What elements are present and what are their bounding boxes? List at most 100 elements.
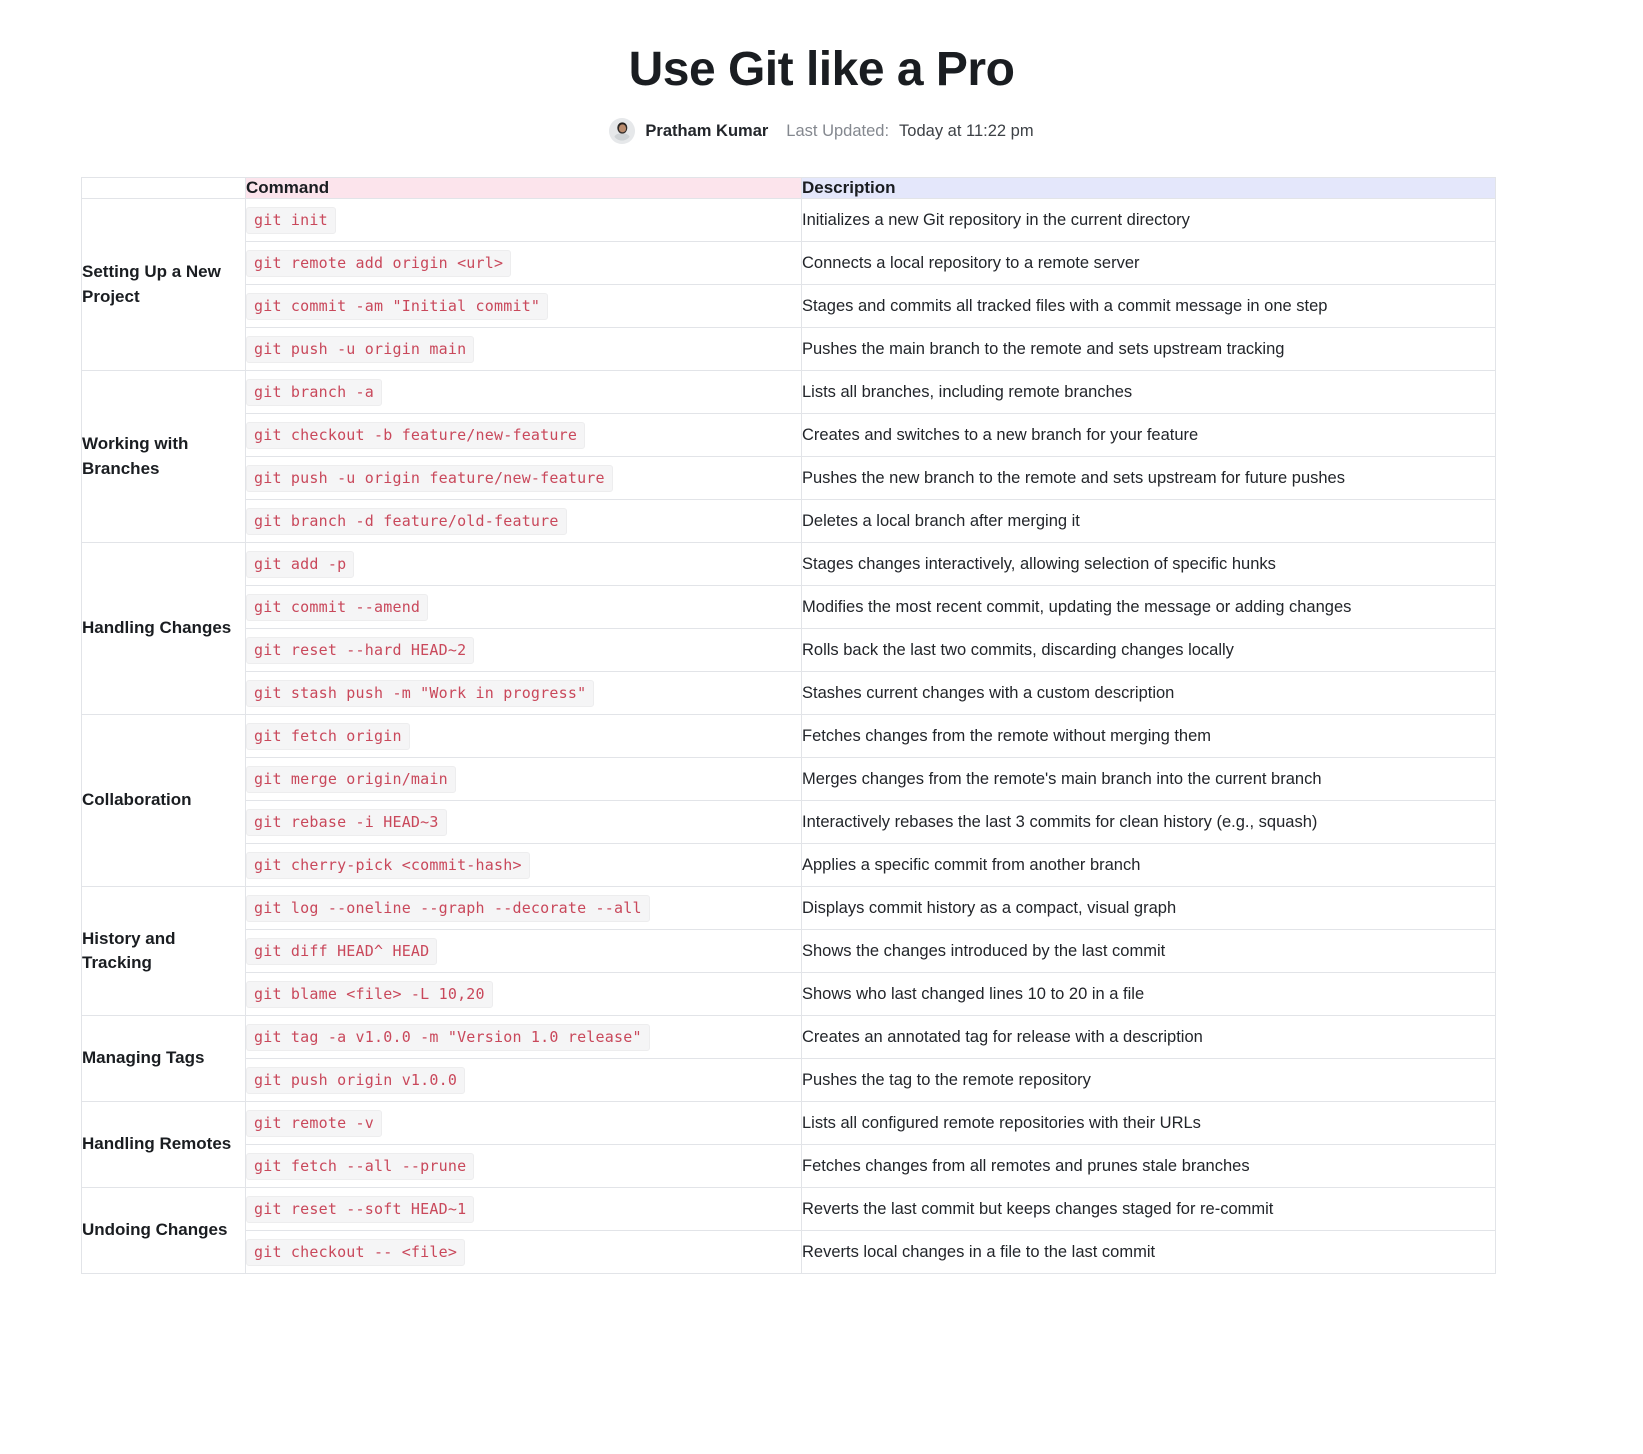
command-code[interactable]: git tag -a v1.0.0 -m "Version 1.0 releas… — [246, 1023, 650, 1051]
command-code[interactable]: git checkout -- <file> — [246, 1238, 466, 1266]
command-cell: git log --oneline --graph --decorate --a… — [245, 886, 802, 930]
description-cell: Pushes the tag to the remote repository — [801, 1058, 1496, 1102]
table-row: Working with Branches git branch -a Lists … — [81, 370, 1496, 543]
command-code[interactable]: git remote add origin <url> — [246, 249, 512, 277]
command-code[interactable]: git push origin v1.0.0 — [246, 1066, 466, 1094]
group-label-cell: Handling Remotes — [81, 1101, 246, 1188]
command-cell: git fetch --all --prune — [245, 1144, 802, 1188]
table-row: git branch -d feature/old-feature Deletes… — [82, 499, 1496, 543]
table-head: Command Description — [81, 177, 1496, 199]
command-code[interactable]: git reset --soft HEAD~1 — [246, 1195, 475, 1223]
table-row: git checkout -- <file> Reverts local chan… — [82, 1230, 1496, 1274]
command-code[interactable]: git checkout -b feature/new-feature — [246, 421, 586, 449]
command-cell: git branch -a — [245, 370, 802, 414]
author-name: Pratham Kumar — [645, 121, 769, 140]
command-cell: git blame <file> -L 10,20 — [245, 972, 802, 1016]
table-row: git fetch --all --prune Fetches changes f… — [82, 1144, 1496, 1188]
command-cell: git checkout -- <file> — [245, 1230, 802, 1274]
command-code[interactable]: git commit --amend — [246, 593, 429, 621]
command-code[interactable]: git push -u origin main — [246, 335, 475, 363]
command-cell: git reset --hard HEAD~2 — [245, 628, 802, 672]
page-title: Use Git like a Pro — [628, 43, 1015, 96]
table-row: Collaboration git fetch origin Fetches cha… — [81, 714, 1496, 887]
command-code[interactable]: git add -p — [246, 550, 355, 578]
command-code[interactable]: git fetch --all --prune — [246, 1152, 475, 1180]
header-cell-group — [81, 177, 246, 199]
document-header: Use Git like a Pro Pratham Kumar Last Up… — [0, 0, 1643, 144]
header-cell-description: Description — [801, 177, 1496, 199]
table-row: git push -u origin feature/new-feature Pu… — [82, 456, 1496, 500]
command-code[interactable]: git branch -a — [246, 378, 382, 406]
table-row: Undoing Changes git reset --soft HEAD~1 Re… — [81, 1187, 1496, 1274]
command-cell: git cherry-pick <commit-hash> — [245, 843, 802, 887]
command-code[interactable]: git branch -d feature/old-feature — [246, 507, 567, 535]
command-code[interactable]: git commit -am "Initial commit" — [246, 292, 549, 320]
command-cell: git commit -am "Initial commit" — [245, 284, 802, 328]
command-cell: git diff HEAD^ HEAD — [245, 929, 802, 973]
group-label-cell: Handling Changes — [81, 542, 246, 715]
header-cell-command: Command — [245, 177, 802, 199]
table-row: git rebase -i HEAD~3 Interactively rebase… — [82, 800, 1496, 844]
description-cell: Stashes current changes with a custom de… — [801, 671, 1496, 715]
command-code[interactable]: git init — [246, 206, 336, 234]
description-cell: Interactively rebases the last 3 commits… — [801, 800, 1496, 844]
description-cell: Creates and switches to a new branch for… — [801, 413, 1496, 457]
command-code[interactable]: git blame <file> -L 10,20 — [246, 980, 493, 1008]
description-cell: Lists all configured remote repositories… — [801, 1101, 1496, 1145]
table-row: Handling Changes git add -p Stages changes… — [81, 542, 1496, 715]
description-cell: Modifies the most recent commit, updatin… — [801, 585, 1496, 629]
command-cell: git commit --amend — [245, 585, 802, 629]
command-code[interactable]: git remote -v — [246, 1109, 382, 1137]
command-code[interactable]: git rebase -i HEAD~3 — [246, 808, 447, 836]
page-root: Use Git like a Pro Pratham Kumar Last Up… — [0, 0, 1643, 1274]
command-cell: git push origin v1.0.0 — [245, 1058, 802, 1102]
description-cell: Shows the changes introduced by the last… — [801, 929, 1496, 973]
description-cell: Displays commit history as a compact, vi… — [801, 886, 1496, 930]
description-cell: Rolls back the last two commits, discard… — [801, 628, 1496, 672]
command-code[interactable]: git merge origin/main — [246, 765, 456, 793]
description-cell: Pushes the main branch to the remote and… — [801, 327, 1496, 371]
command-cell: git stash push -m "Work in progress" — [245, 671, 802, 715]
git-commands-table: Command Description Setting Up a New Pro… — [81, 177, 1496, 1274]
description-cell: Creates an annotated tag for release wit… — [801, 1015, 1496, 1059]
table-row: Setting Up a New Project git init Initiali… — [81, 198, 1496, 371]
group-label-cell: Working with Branches — [81, 370, 246, 543]
description-cell: Fetches changes from all remotes and pru… — [801, 1144, 1496, 1188]
group-label-cell: Setting Up a New Project — [81, 198, 246, 371]
group-label-cell: Managing Tags — [81, 1015, 246, 1102]
command-code[interactable]: git diff HEAD^ HEAD — [246, 937, 438, 965]
table-row: Handling Remotes git remote -v Lists all c… — [81, 1101, 1496, 1188]
last-updated-label: Last Updated: — [786, 121, 890, 140]
command-cell: git add -p — [245, 542, 802, 586]
table-row: git push -u origin main Pushes the main b… — [82, 327, 1496, 371]
group-label-cell: History and Tracking — [81, 886, 246, 1016]
command-code[interactable]: git log --oneline --graph --decorate --a… — [246, 894, 650, 922]
description-cell: Pushes the new branch to the remote and … — [801, 456, 1496, 500]
table-row: git checkout -b feature/new-feature Creat… — [82, 413, 1496, 457]
command-cell: git rebase -i HEAD~3 — [245, 800, 802, 844]
table-row: git merge origin/main Merges changes from… — [82, 757, 1496, 801]
last-updated-value: Today at 11:22 pm — [899, 121, 1034, 140]
command-cell: git remote add origin <url> — [245, 241, 802, 285]
table-row: History and Tracking git log --oneline --… — [81, 886, 1496, 1016]
table-row: git push origin v1.0.0 Pushes the tag to … — [82, 1058, 1496, 1102]
command-code[interactable]: git fetch origin — [246, 722, 410, 750]
command-code[interactable]: git push -u origin feature/new-feature — [246, 464, 613, 492]
table-row: git remote add origin <url> Connects a lo… — [82, 241, 1496, 285]
table-row: git diff HEAD^ HEAD Shows the changes int… — [82, 929, 1496, 973]
description-cell: Stages and commits all tracked files wit… — [801, 284, 1496, 328]
table-row: Managing Tags git tag -a v1.0.0 -m "Versi… — [81, 1015, 1496, 1102]
command-cell: git remote -v — [245, 1101, 802, 1145]
command-code[interactable]: git reset --hard HEAD~2 — [246, 636, 475, 664]
command-cell: git reset --soft HEAD~1 — [245, 1187, 802, 1231]
description-cell: Merges changes from the remote's main br… — [801, 757, 1496, 801]
description-cell: Initializes a new Git repository in the … — [801, 198, 1496, 242]
description-cell: Reverts the last commit but keeps change… — [801, 1187, 1496, 1231]
description-cell: Lists all branches, including remote bra… — [801, 370, 1496, 414]
command-code[interactable]: git stash push -m "Work in progress" — [246, 679, 595, 707]
table-body: Setting Up a New Project git init Initiali… — [81, 198, 1496, 1274]
command-code[interactable]: git cherry-pick <commit-hash> — [246, 851, 530, 879]
group-label-cell: Undoing Changes — [81, 1187, 246, 1274]
command-cell: git tag -a v1.0.0 -m "Version 1.0 releas… — [245, 1015, 802, 1059]
user-avatar — [609, 118, 636, 144]
